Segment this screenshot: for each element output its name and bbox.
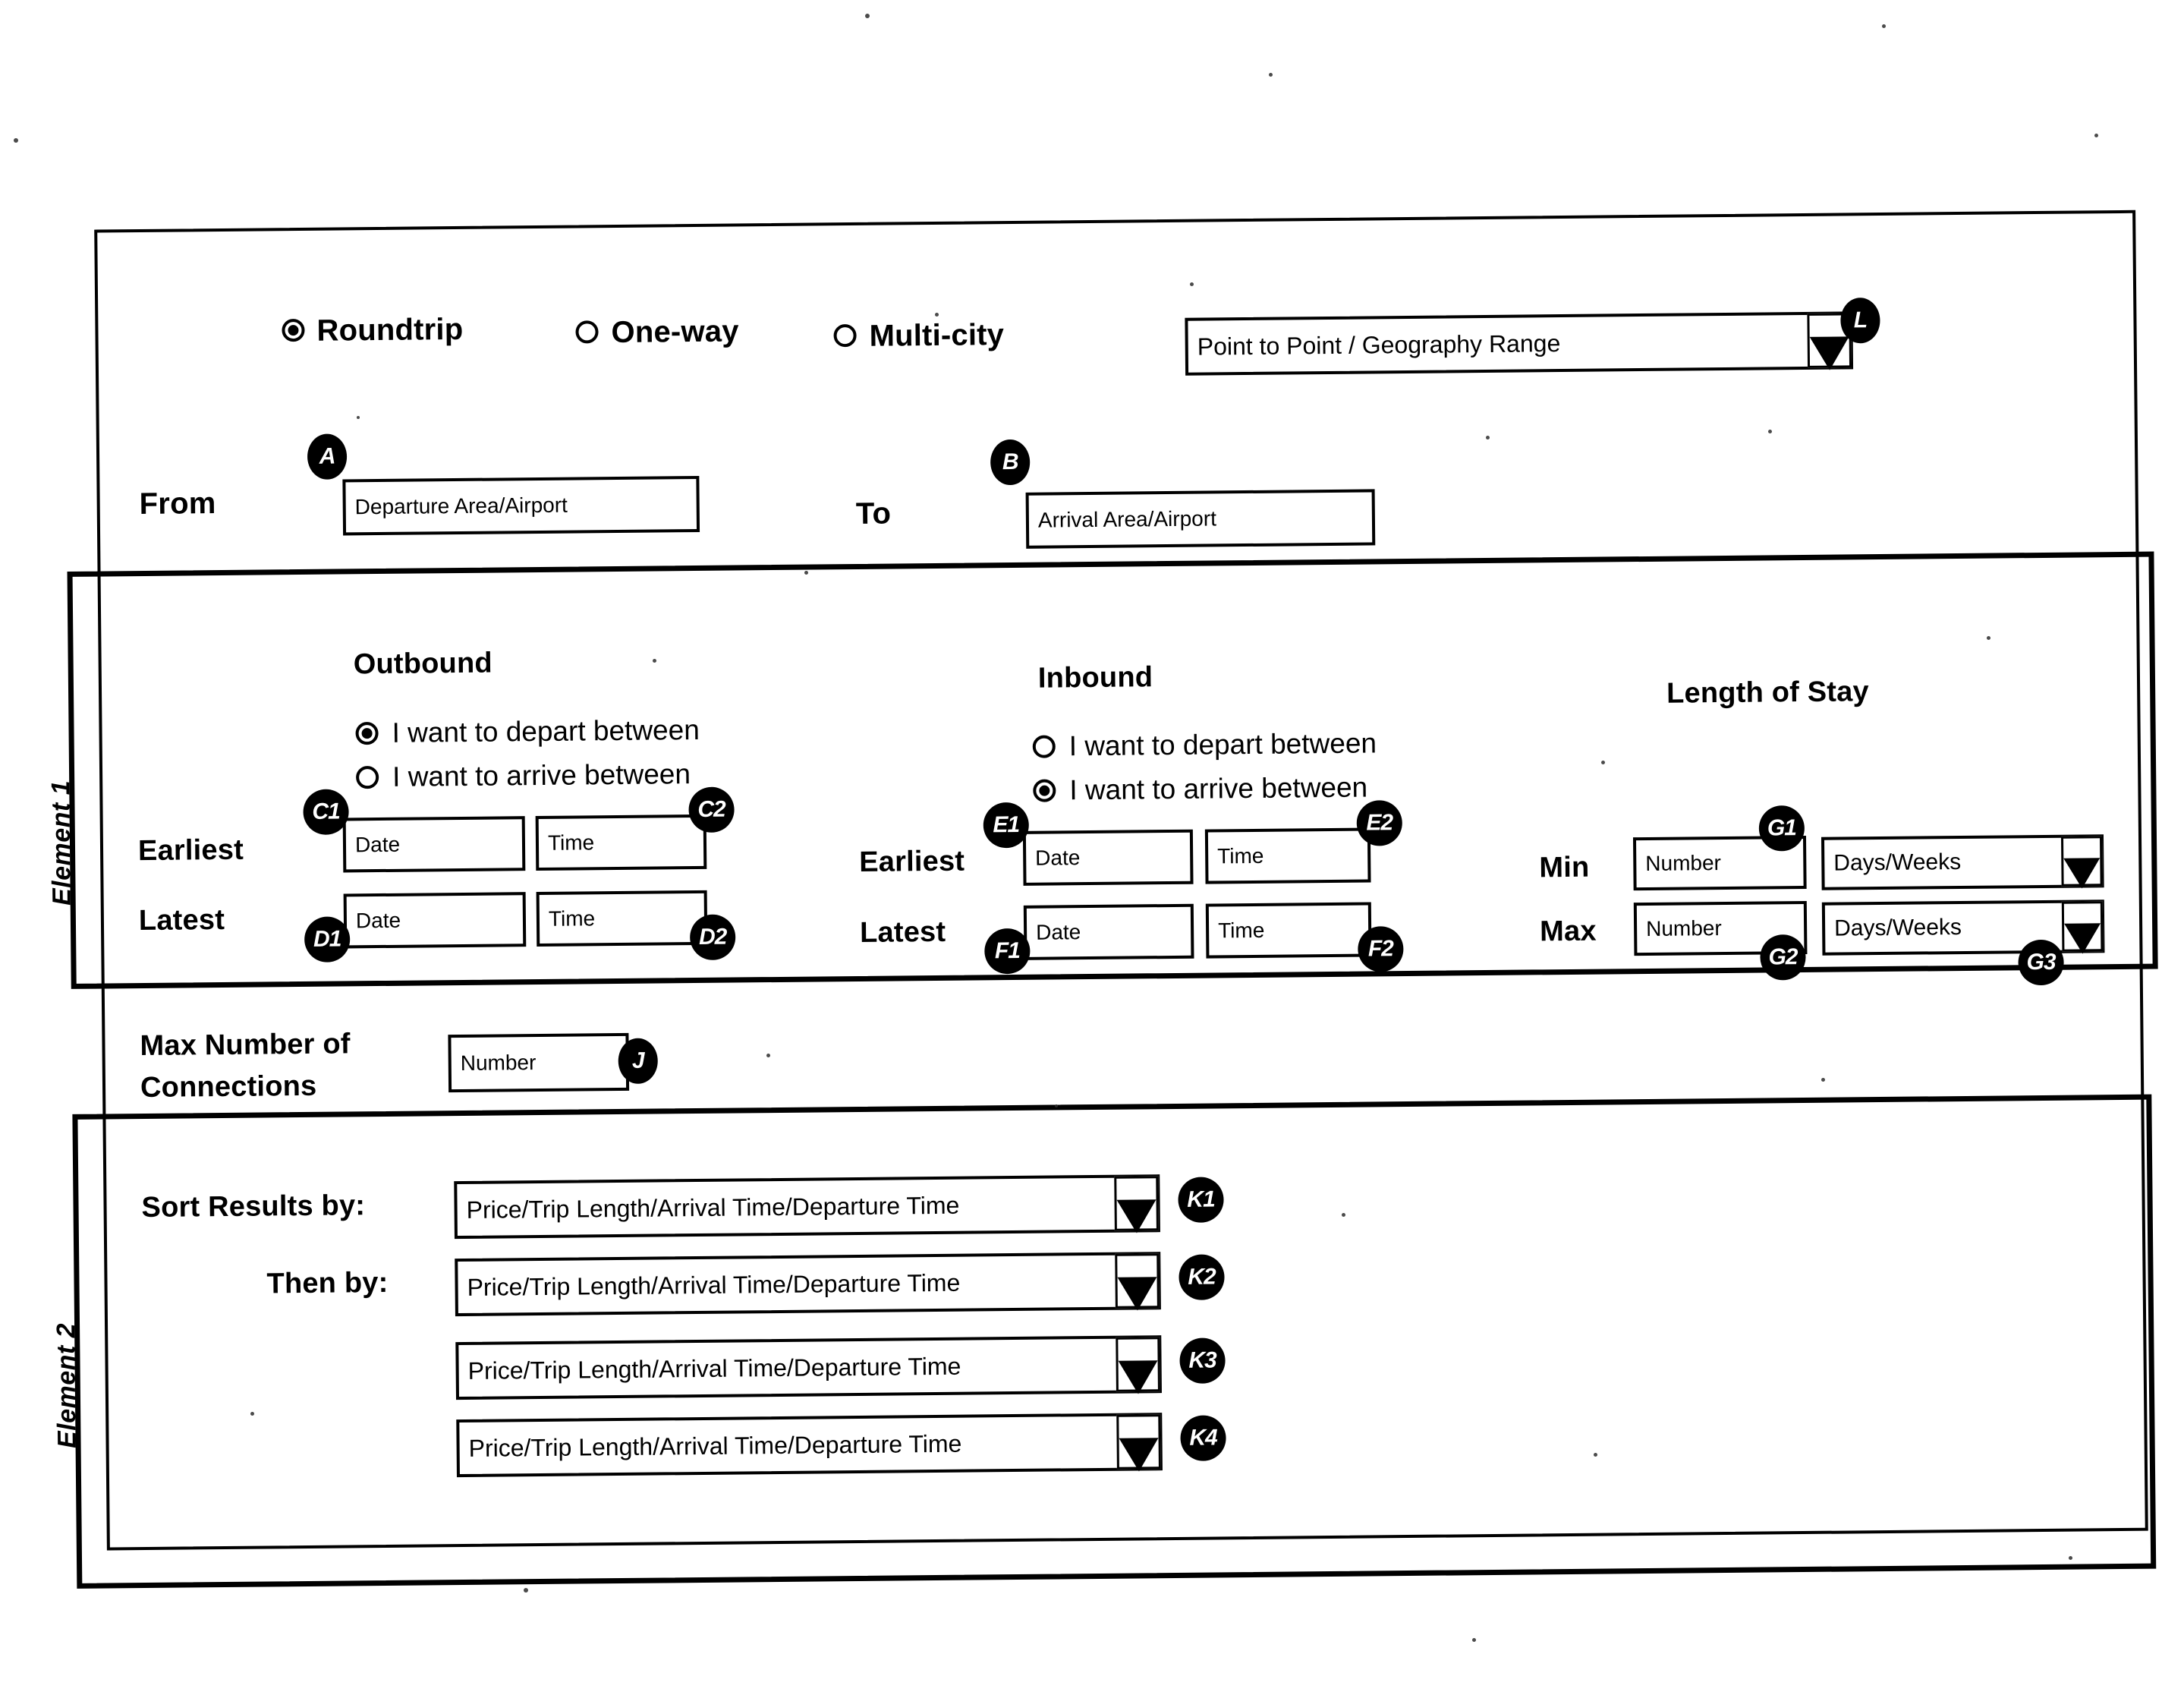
outbound-earliest-date-value: Date: [354, 832, 401, 857]
outbound-title: Outbound: [353, 647, 493, 681]
marker-D2: D2: [689, 914, 736, 961]
max-connections-input[interactable]: Number: [448, 1032, 630, 1093]
from-label: From: [139, 487, 216, 521]
marker-A: A: [307, 433, 348, 480]
outbound-latest-date[interactable]: Date: [343, 892, 527, 949]
max-connections-label-line2: Connections: [140, 1070, 317, 1104]
marker-C2: C2: [688, 786, 735, 833]
inbound-radio-depart-label: I want to depart between: [1068, 727, 1377, 762]
outbound-radio-arrive-label: I want to arrive between: [392, 758, 691, 792]
length-of-stay-title: Length of Stay: [1666, 676, 1870, 710]
element-1-side-label: Element 1: [46, 780, 77, 906]
inbound-latest-time[interactable]: Time: [1205, 902, 1372, 959]
inbound-latest-label: Latest: [859, 915, 946, 949]
marker-G2: G2: [1760, 934, 1806, 981]
outbound-earliest-label: Earliest: [137, 833, 244, 868]
outbound-earliest-date[interactable]: Date: [342, 816, 526, 873]
arrival-input[interactable]: Arrival Area/Airport: [1025, 489, 1376, 549]
radio-one-way[interactable]: [575, 320, 599, 344]
outbound-earliest-time-value: Time: [547, 830, 595, 855]
outbound-radio-depart-label: I want to depart between: [392, 714, 700, 748]
marker-E2: E2: [1356, 800, 1403, 846]
outbound-radio-arrive[interactable]: [355, 766, 379, 789]
length-of-stay-max-unit[interactable]: Days/Weeks: [1821, 899, 2105, 956]
inbound-earliest-label: Earliest: [859, 845, 965, 878]
sort-dropdown-1[interactable]: Price/Trip Length/Arrival Time/Departure…: [454, 1174, 1160, 1240]
inbound-earliest-date[interactable]: Date: [1022, 829, 1194, 886]
marker-B: B: [990, 439, 1031, 486]
inbound-latest-time-value: Time: [1217, 918, 1265, 943]
marker-D1: D1: [304, 916, 351, 962]
radio-multi-city[interactable]: [833, 323, 857, 348]
departure-input[interactable]: Departure Area/Airport: [342, 475, 700, 536]
inbound-earliest-time-value: Time: [1217, 843, 1264, 868]
sort-dropdown-2[interactable]: Price/Trip Length/Arrival Time/Departure…: [455, 1252, 1161, 1317]
marker-F2: F2: [1358, 926, 1404, 972]
outbound-latest-date-value: Date: [355, 908, 401, 933]
sort-dropdown-1-value: Price/Trip Length/Arrival Time/Departure…: [466, 1191, 960, 1224]
departure-input-value: Departure Area/Airport: [354, 493, 568, 519]
sort-dropdown-4[interactable]: Price/Trip Length/Arrival Time/Departure…: [456, 1413, 1163, 1478]
length-of-stay-max-number-value: Number: [1645, 916, 1722, 940]
max-connections-label-line1: Max Number of: [140, 1028, 351, 1063]
marker-L: L: [1840, 298, 1880, 344]
inbound-radio-depart[interactable]: [1032, 735, 1056, 758]
marker-E1: E1: [983, 802, 1030, 849]
radio-roundtrip[interactable]: [282, 318, 305, 342]
chevron-down-icon[interactable]: [2061, 901, 2104, 954]
marker-F1: F1: [984, 928, 1031, 975]
chevron-down-icon[interactable]: [1114, 1176, 1159, 1233]
element-2-side-label: Element 2: [52, 1322, 82, 1449]
outbound-radio-depart[interactable]: [355, 722, 379, 745]
marker-G1: G1: [1758, 805, 1805, 852]
length-of-stay-min-unit-value: Days/Weeks: [1833, 849, 1962, 876]
outbound-latest-time-value: Time: [548, 906, 596, 931]
sort-dropdown-2-value: Price/Trip Length/Arrival Time/Departure…: [467, 1268, 961, 1301]
marker-K2: K2: [1179, 1254, 1225, 1300]
sort-dropdown-3-value: Price/Trip Length/Arrival Time/Departure…: [467, 1352, 961, 1385]
length-of-stay-max-unit-value: Days/Weeks: [1833, 915, 1962, 941]
inbound-earliest-date-value: Date: [1035, 846, 1081, 870]
marker-C1: C1: [303, 789, 349, 835]
sort-secondary-label: Then by:: [266, 1266, 389, 1300]
radio-multi-city-label: Multi-city: [869, 318, 1005, 353]
outbound-latest-time[interactable]: Time: [536, 890, 708, 947]
chevron-down-icon[interactable]: [1116, 1337, 1160, 1394]
radio-one-way-label: One-way: [611, 314, 739, 350]
marker-K4: K4: [1180, 1415, 1226, 1461]
length-of-stay-max-label: Max: [1539, 915, 1597, 948]
length-of-stay-min-number-value: Number: [1645, 851, 1722, 875]
sort-primary-label: Sort Results by:: [141, 1189, 366, 1224]
scanned-sheet: Element 1 Element 2 Roundtrip One-way Mu…: [0, 0, 2184, 1695]
search-mode-dropdown[interactable]: Point to Point / Geography Range: [1185, 311, 1854, 376]
inbound-radio-arrive[interactable]: [1033, 779, 1056, 802]
outbound-earliest-time[interactable]: Time: [535, 814, 707, 871]
sort-dropdown-3[interactable]: Price/Trip Length/Arrival Time/Departure…: [455, 1335, 1162, 1400]
search-mode-value: Point to Point / Geography Range: [1197, 329, 1561, 361]
inbound-earliest-time[interactable]: Time: [1204, 827, 1371, 884]
marker-K3: K3: [1179, 1337, 1226, 1384]
max-connections-value: Number: [460, 1051, 537, 1076]
chevron-down-icon[interactable]: [2060, 836, 2103, 889]
chevron-down-icon[interactable]: [1115, 1253, 1160, 1311]
length-of-stay-min-unit[interactable]: Days/Weeks: [1821, 834, 2104, 890]
length-of-stay-min-label: Min: [1539, 851, 1590, 884]
marker-G3: G3: [2018, 939, 2064, 986]
marker-K1: K1: [1178, 1177, 1224, 1223]
sort-dropdown-4-value: Price/Trip Length/Arrival Time/Departure…: [468, 1429, 962, 1462]
trip-type-group: Roundtrip One-way Multi-city: [0, 0, 2176, 353]
arrival-input-value: Arrival Area/Airport: [1037, 506, 1217, 532]
marker-J: J: [618, 1038, 659, 1085]
chevron-down-icon[interactable]: [1116, 1414, 1161, 1472]
radio-roundtrip-label: Roundtrip: [316, 312, 464, 348]
outbound-latest-label: Latest: [138, 903, 225, 937]
inbound-title: Inbound: [1037, 661, 1153, 695]
inbound-latest-date-value: Date: [1035, 920, 1081, 944]
inbound-latest-date[interactable]: Date: [1023, 903, 1194, 960]
inbound-radio-arrive-label: I want to arrive between: [1069, 771, 1368, 806]
to-label: To: [855, 496, 892, 531]
